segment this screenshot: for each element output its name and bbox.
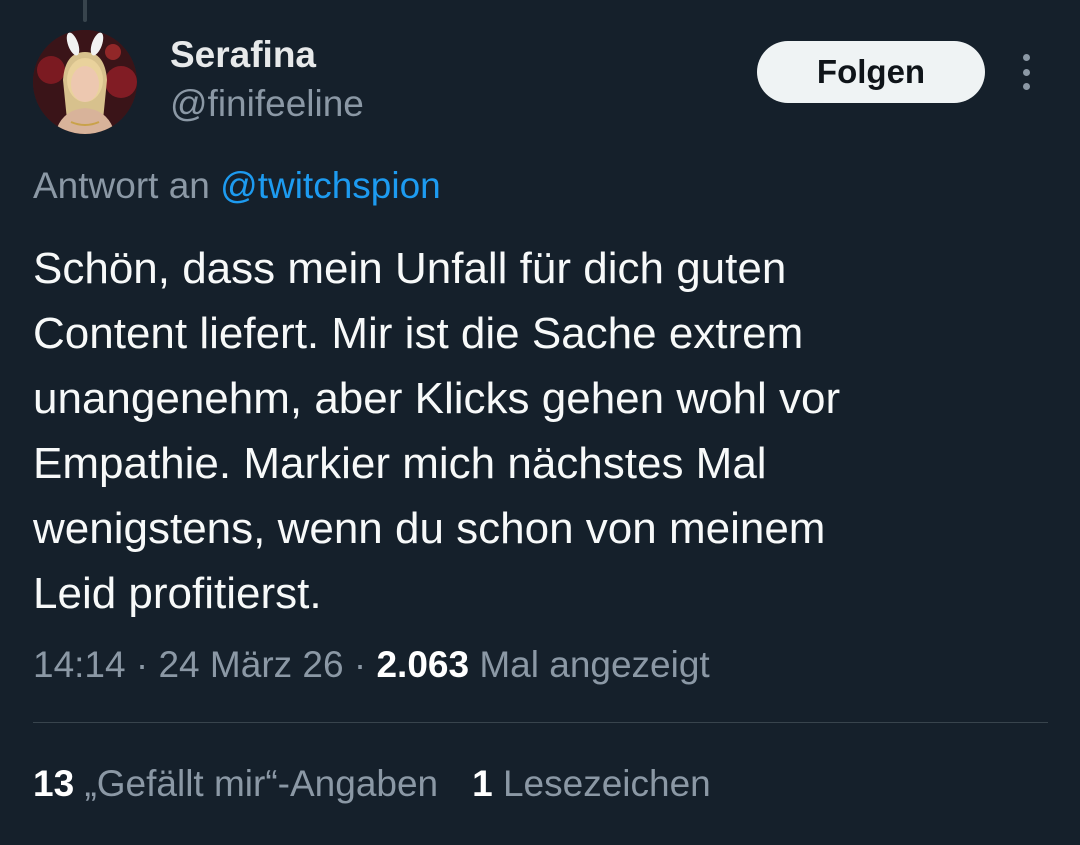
likes-label: „Gefällt mir“-Angaben: [84, 763, 439, 804]
meta-separator: ·: [353, 644, 367, 685]
author-handle[interactable]: @finifeeline: [170, 82, 364, 126]
engagement-stats: 13 „Gefällt mir“-Angaben 1 Lesezeichen: [33, 760, 711, 808]
meta-separator: ·: [135, 644, 149, 685]
views-count: 2.063: [376, 644, 470, 685]
views-label: Mal angezeigt: [479, 644, 710, 685]
tweet-meta: 14:14 · 24 März 26 · 2.063 Mal angezeigt: [33, 641, 710, 689]
bookmarks-label: Lesezeichen: [502, 763, 711, 804]
tweet-text-line: Empathie. Markier mich nächstes Mal: [33, 439, 767, 488]
tweet-text: Schön, dass mein Unfall für dich guten C…: [33, 236, 1043, 626]
tweet-time[interactable]: 14:14: [33, 644, 126, 685]
author-name[interactable]: Serafina: [170, 33, 316, 77]
tweet-text-line: Schön, dass mein Unfall für dich guten: [33, 244, 787, 293]
likes-stat[interactable]: 13 „Gefällt mir“-Angaben: [33, 760, 438, 808]
more-options-icon[interactable]: [1014, 54, 1038, 90]
avatar[interactable]: [33, 30, 137, 134]
reply-context: Antwort an @twitchspion: [33, 163, 441, 209]
thread-connector-line: [83, 0, 87, 22]
avatar-image: [33, 30, 137, 134]
tweet-text-line: unangenehm, aber Klicks gehen wohl vor: [33, 374, 841, 423]
reply-prefix: Antwort an: [33, 165, 210, 206]
tweet-text-line: Content liefert. Mir ist die Sache extre…: [33, 309, 804, 358]
bookmarks-stat[interactable]: 1 Lesezeichen: [472, 760, 711, 808]
bookmarks-count: 1: [472, 763, 493, 804]
reply-mention-link[interactable]: @twitchspion: [220, 165, 441, 206]
tweet-text-line: wenigstens, wenn du schon von meinem: [33, 504, 826, 553]
divider: [33, 722, 1048, 723]
tweet-text-line: Leid profitierst.: [33, 569, 322, 618]
likes-count: 13: [33, 763, 75, 804]
follow-button[interactable]: Folgen: [757, 41, 985, 103]
tweet-date[interactable]: 24 März 26: [158, 644, 343, 685]
